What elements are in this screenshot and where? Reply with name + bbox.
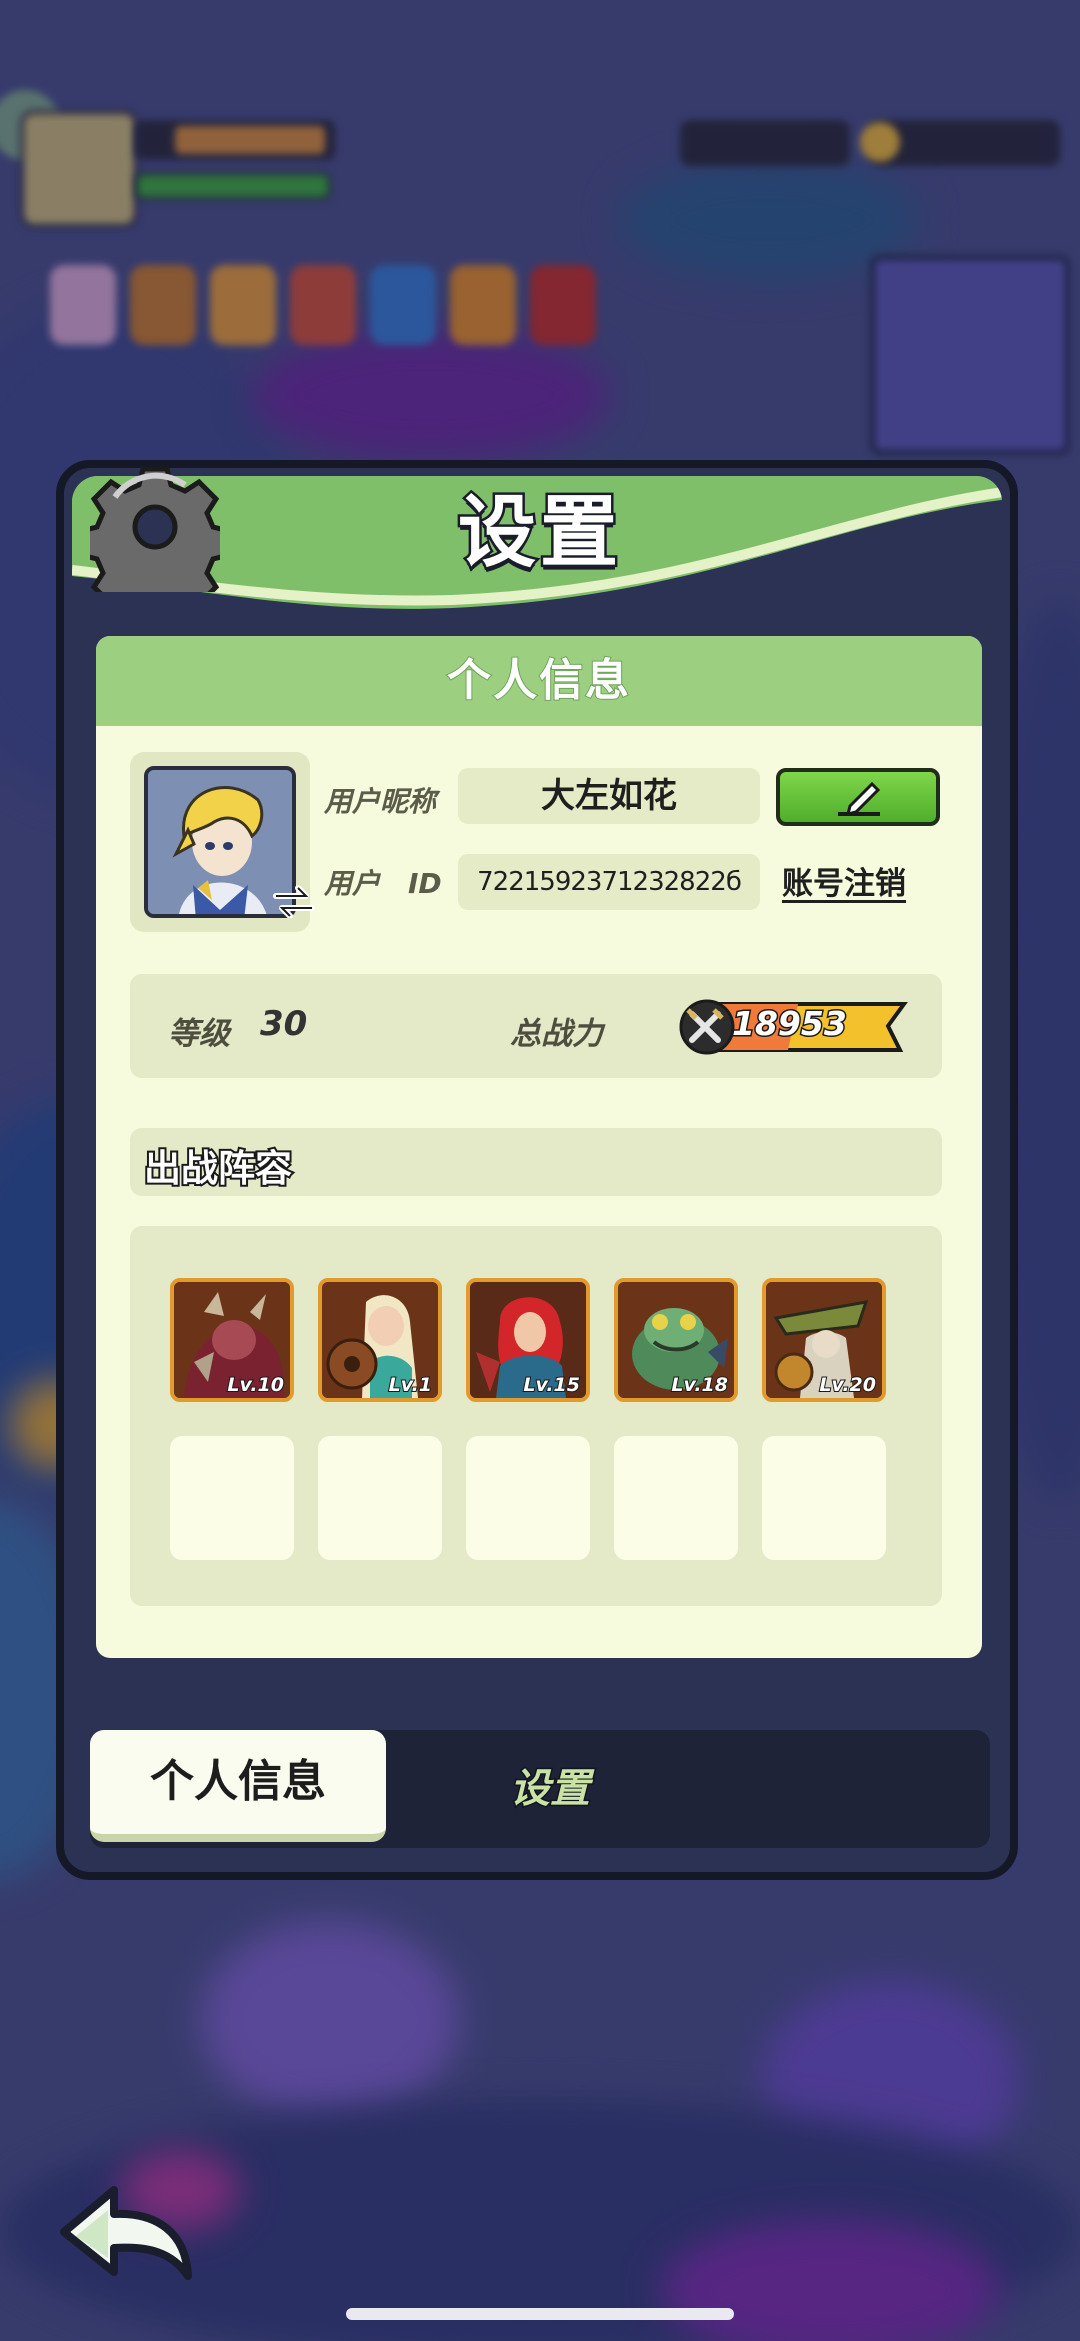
back-arrow-icon[interactable] bbox=[56, 2176, 196, 2286]
profile-card: 个人信息 用户昵称 大左如花 用户 ID 7221592371232822б 账… bbox=[96, 636, 982, 1658]
tab-settings[interactable]: 设置 bbox=[420, 1730, 680, 1848]
hero-level: Lv.18 bbox=[670, 1373, 729, 1397]
power-label: 总战力 bbox=[510, 1016, 603, 1052]
hero-card[interactable]: Lv.1 bbox=[318, 1278, 442, 1402]
lineup-title: 出战阵容 bbox=[142, 1145, 294, 1192]
pencil-icon bbox=[838, 781, 881, 817]
lineup-header: 出战阵容 bbox=[130, 1128, 942, 1196]
tab-profile[interactable]: 个人信息 bbox=[90, 1730, 386, 1842]
stats-row: 等级 30 总战力 18953 bbox=[130, 974, 942, 1078]
panel-title: 设置 bbox=[455, 486, 622, 581]
empty-slot[interactable] bbox=[170, 1436, 294, 1560]
hero-card[interactable]: Lv.18 bbox=[614, 1278, 738, 1402]
user-id-label: 用户 ID bbox=[324, 867, 442, 900]
user-id-field: 7221592371232822б bbox=[458, 854, 760, 910]
cancel-account-link[interactable]: 账号注销 bbox=[782, 858, 906, 903]
empty-slot[interactable] bbox=[614, 1436, 738, 1560]
nickname-field: 大左如花 bbox=[458, 768, 760, 824]
avatar-frame[interactable] bbox=[130, 752, 315, 932]
hero-level: Lv.1 bbox=[388, 1373, 433, 1397]
hero-card[interactable]: Lv.10 bbox=[170, 1278, 294, 1402]
hero-level: Lv.15 bbox=[522, 1373, 581, 1397]
empty-slot[interactable] bbox=[762, 1436, 886, 1560]
swap-icon[interactable] bbox=[272, 884, 316, 918]
nickname-label: 用户昵称 bbox=[324, 785, 437, 818]
power-value: 18953 bbox=[731, 1003, 849, 1045]
hero-card[interactable]: Lv.15 bbox=[466, 1278, 590, 1402]
level-label: 等级 bbox=[168, 1016, 230, 1052]
empty-slot[interactable] bbox=[318, 1436, 442, 1560]
empty-slot[interactable] bbox=[466, 1436, 590, 1560]
hero-level: Lv.10 bbox=[226, 1373, 285, 1397]
edit-nickname-button[interactable] bbox=[776, 768, 940, 826]
hero-level: Lv.20 bbox=[818, 1373, 877, 1397]
home-indicator bbox=[346, 2308, 734, 2320]
hero-card[interactable]: Lv.20 bbox=[762, 1278, 886, 1402]
level-value: 30 bbox=[260, 1004, 308, 1044]
lineup-box: Lv.10 Lv.1 Lv.15 Lv.18 Lv.20 bbox=[130, 1226, 942, 1606]
tab-bar: 个人信息 设置 bbox=[90, 1730, 990, 1848]
profile-section-title: 个人信息 bbox=[96, 636, 982, 726]
